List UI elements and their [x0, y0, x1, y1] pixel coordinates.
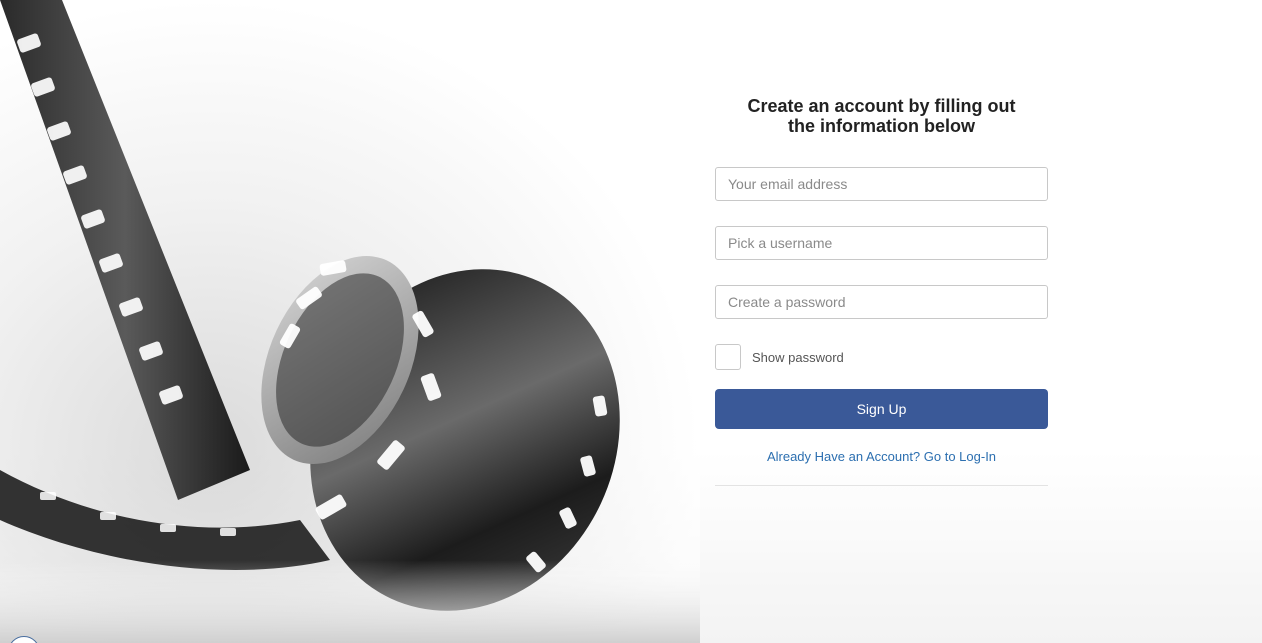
show-password-label: Show password — [752, 349, 844, 365]
username-input[interactable] — [715, 226, 1048, 260]
login-link[interactable]: Already Have an Account? Go to Log-In — [715, 449, 1048, 464]
film-reel-illustration — [0, 0, 700, 643]
show-password-checkbox[interactable] — [715, 344, 741, 370]
signup-page: Create an account by filling out the inf… — [0, 0, 1262, 643]
email-input[interactable] — [715, 167, 1048, 201]
form-title: Create an account by filling out the inf… — [747, 96, 1016, 136]
password-input[interactable] — [715, 285, 1048, 319]
form-divider — [715, 485, 1048, 486]
signup-form: Create an account by filling out the inf… — [715, 96, 1048, 486]
show-password-row: Show password — [715, 344, 1048, 370]
sign-up-button[interactable]: Sign Up — [715, 389, 1048, 429]
